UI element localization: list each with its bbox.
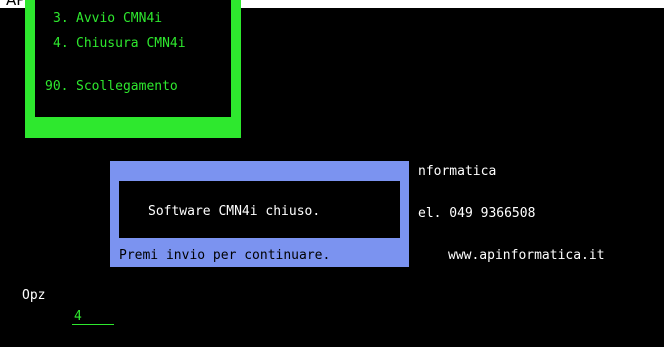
dialog-message: Software CMN4i chiuso. <box>148 204 321 219</box>
menu-item-chiusura[interactable]: Chiusura CMN4i <box>76 36 186 52</box>
menu-item-4-number[interactable]: 4. <box>53 36 69 52</box>
option-label: Opz <box>22 288 46 303</box>
company-website: www.apinformatica.it <box>448 248 605 263</box>
option-input[interactable] <box>72 309 114 325</box>
menu-item-scollegamento[interactable]: Scollegamento <box>76 79 178 95</box>
dialog-continue-prompt[interactable]: Premi invio per continuare. <box>119 248 330 264</box>
menu-item-90-number[interactable]: 90. <box>45 79 68 95</box>
menu-item-avvio[interactable]: Avvio CMN4i <box>76 11 162 27</box>
menu-item-3-number[interactable]: 3. <box>53 11 69 27</box>
company-phone-fragment: el. 049 9366508 <box>418 206 536 221</box>
company-name-fragment: nformatica <box>418 164 497 179</box>
